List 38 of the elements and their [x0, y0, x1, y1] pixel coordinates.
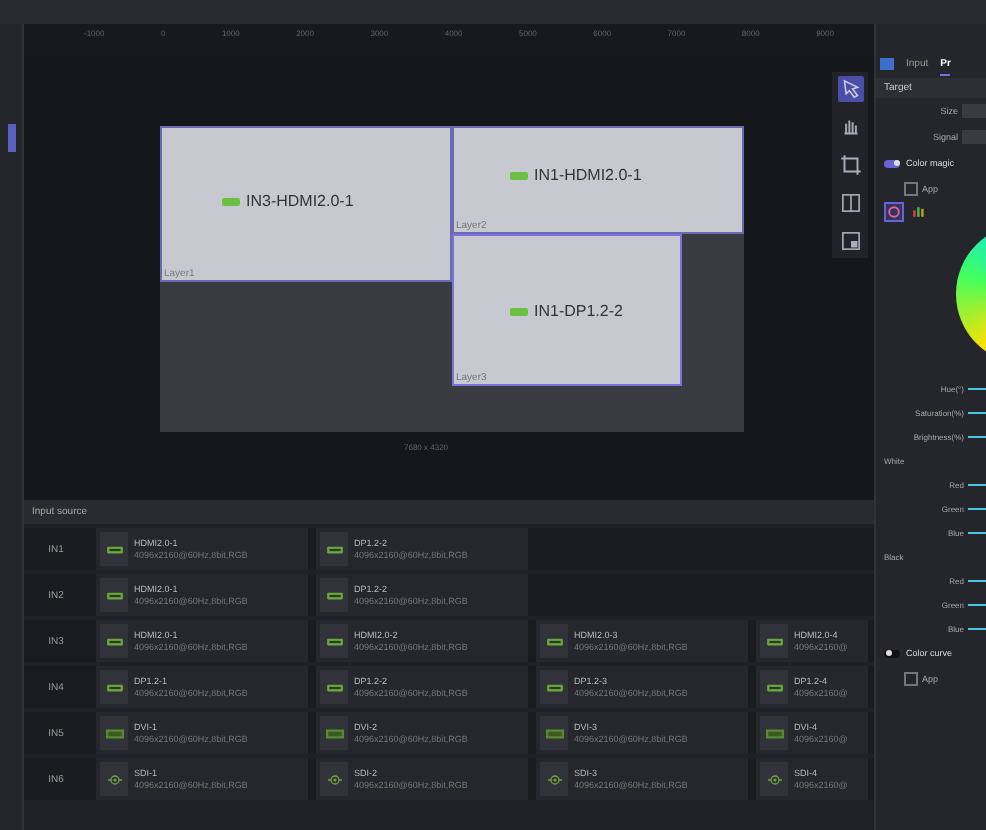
port-icon: [105, 589, 123, 601]
connector-icon: [765, 773, 783, 785]
port-icon: [325, 635, 343, 647]
port-icon: [765, 635, 783, 647]
port-icon: [545, 727, 563, 739]
port-icon: [325, 681, 343, 693]
layer-source: IN1-HDMI2.0-1: [534, 166, 642, 184]
port-icon: [222, 197, 240, 205]
port-icon: [325, 543, 343, 555]
toggle-switch[interactable]: [884, 649, 900, 657]
panel-icon: [880, 58, 894, 70]
layer-source: IN1-DP1.2-2: [534, 302, 623, 320]
connector-icon: [545, 773, 563, 785]
pointer-tool-icon[interactable]: [837, 76, 863, 102]
window-tool-icon[interactable]: [837, 228, 863, 254]
port-icon: [325, 727, 343, 739]
layer-source: IN3-HDMI2.0-1: [246, 192, 354, 210]
checkbox[interactable]: [904, 181, 918, 195]
port-icon: [765, 727, 783, 739]
color-wheel-icon[interactable]: [884, 202, 904, 222]
toggle-switch[interactable]: [884, 159, 900, 167]
connector-icon: [325, 773, 343, 785]
port-icon: [765, 681, 783, 693]
port-icon: [105, 681, 123, 693]
port-icon: [545, 635, 563, 647]
checkbox[interactable]: [904, 671, 918, 685]
crop-tool-icon[interactable]: [837, 152, 863, 178]
port-icon: [510, 307, 528, 315]
sidebar-indicator: [7, 124, 15, 152]
port-icon: [545, 681, 563, 693]
port-icon: [510, 171, 528, 179]
port-icon: [105, 635, 123, 647]
bar-chart-icon[interactable]: [908, 202, 928, 222]
port-icon: [105, 727, 123, 739]
split-tool-icon[interactable]: [837, 190, 863, 216]
connector-icon: [105, 773, 123, 785]
port-icon: [325, 589, 343, 601]
port-icon: [105, 543, 123, 555]
